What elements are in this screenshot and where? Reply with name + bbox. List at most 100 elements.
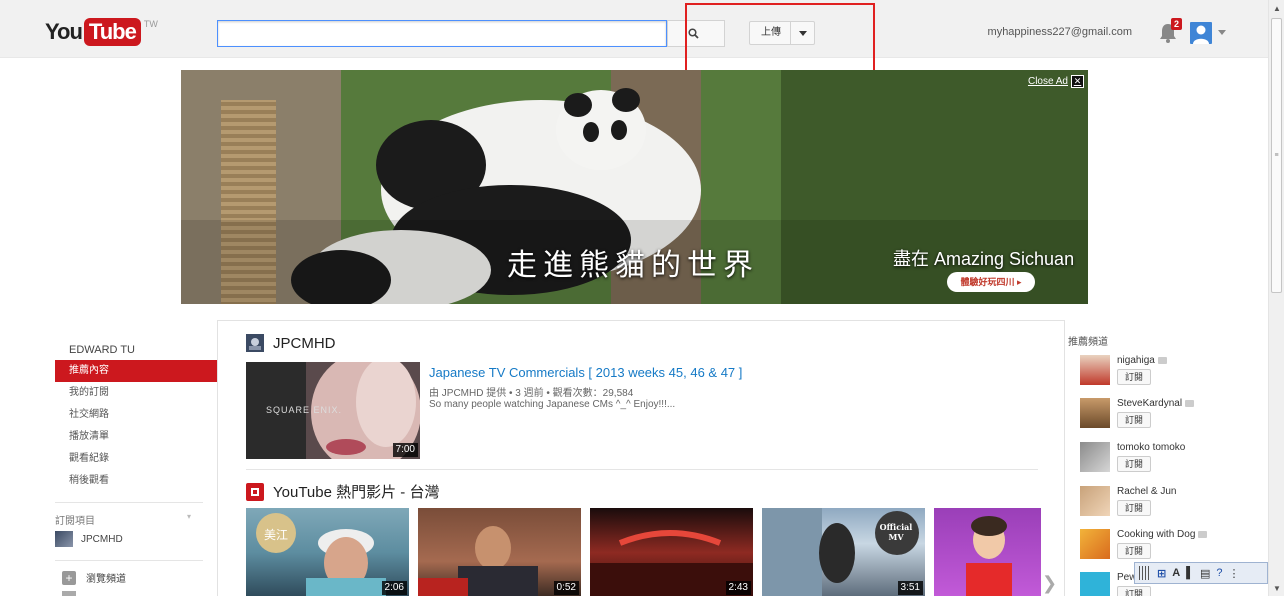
child-singer-image xyxy=(966,516,1012,596)
channel-name: tomoko tomoko xyxy=(1117,442,1186,453)
shelf-video-thumbnail[interactable] xyxy=(934,508,1041,596)
recommended-channel[interactable]: tomoko tomoko 訂閱 xyxy=(1080,442,1185,472)
guide-divider xyxy=(55,502,203,503)
youtube-page: You Tube TW 上傳 myhappiness227@gmail.com … xyxy=(0,0,1284,596)
browse-channels-label: 瀏覽頻道 xyxy=(86,574,126,585)
recommended-channel[interactable]: SteveKardynal 訂閱 xyxy=(1080,398,1195,428)
scroll-thumb[interactable]: ≡ xyxy=(1271,18,1282,293)
search-icon xyxy=(688,28,699,39)
shelf-video-thumbnail[interactable]: Official MV 3:51 xyxy=(762,508,925,596)
channel-name: Cooking with Dog xyxy=(1117,529,1196,540)
upload-button[interactable]: 上傳 xyxy=(749,21,815,45)
section-header-trending[interactable]: YouTube 熱門影片 - 台灣 xyxy=(246,481,439,502)
trending-shelf: 美江 2:06 0:52 2:43 Official MV 3:51 xyxy=(246,508,1041,596)
section-title: JPCMHD xyxy=(273,334,336,352)
shelf-video-thumbnail[interactable]: 美江 2:06 xyxy=(246,508,409,596)
subscribe-button[interactable]: 訂閱 xyxy=(1117,456,1151,472)
ad-headline: 走進熊貓的世界 xyxy=(507,248,759,283)
guide-item-social[interactable]: 社交網路 xyxy=(55,404,217,426)
ime-pad-icon[interactable]: ▤ xyxy=(1200,567,1210,580)
options-icon[interactable]: ⋮ xyxy=(1229,567,1240,580)
channel-name: SteveKardynal xyxy=(1117,398,1183,409)
upload-label: 上傳 xyxy=(750,22,791,44)
drag-handle-icon[interactable] xyxy=(1139,566,1151,580)
subscriptions-heading[interactable]: 訂閱項目 xyxy=(55,512,95,527)
guide-item-recommended[interactable]: 推薦內容 xyxy=(55,360,217,382)
upload-dropdown-arrow-icon[interactable] xyxy=(791,30,814,36)
recommended-channels: 推薦頻道 xyxy=(1068,333,1268,354)
subscriptions-toggle-icon[interactable]: ▾ xyxy=(187,512,191,521)
subscription-channel[interactable]: JPCMHD xyxy=(55,531,123,547)
channel-avatar xyxy=(1080,398,1110,428)
channel-avatar xyxy=(1080,572,1110,596)
scroll-down-arrow-icon[interactable]: ▼ xyxy=(1269,580,1284,596)
ime-letter-icon[interactable]: A xyxy=(1172,567,1180,579)
ad-tagline: 盡在 Amazing Sichuan xyxy=(893,249,1075,269)
subscribe-button[interactable]: 訂閱 xyxy=(1117,543,1151,559)
account-avatar[interactable] xyxy=(1190,22,1212,44)
guide-item-playlists[interactable]: 播放清單 xyxy=(55,426,217,448)
channel-avatar xyxy=(1080,355,1110,385)
ad-banner[interactable]: Close Ad ✕ 走進熊貓的世界 盡在 Amazing Sichuan 體驗… xyxy=(181,70,1088,304)
video-title-link[interactable]: Japanese TV Commercials [ 2013 weeks 45,… xyxy=(429,365,742,380)
search-button[interactable] xyxy=(667,20,725,47)
youtube-play-icon xyxy=(246,482,264,501)
guide-divider-2 xyxy=(55,560,203,561)
ime-toolbar[interactable]: ⊞ A ▌ ▤ ? ⋮ xyxy=(1134,562,1268,584)
shelf-video-caption: Official MV xyxy=(879,522,913,542)
plus-icon: + xyxy=(62,570,76,585)
account-dropdown-arrow-icon[interactable] xyxy=(1218,30,1226,35)
youtube-badge-icon xyxy=(1185,400,1195,407)
shelf-video-duration: 3:51 xyxy=(897,581,923,595)
guide-item-watch-later[interactable]: 稍後觀看 xyxy=(55,470,217,492)
shelf-video-duration: 2:43 xyxy=(725,581,751,595)
shelf-video-duration: 0:52 xyxy=(553,581,579,595)
main-feed: JPCMHD SQUARE ENIX. 7:00 Japanese TV Com… xyxy=(217,320,1065,596)
video-meta: 由 JPCMHD 提供 • 3 週前 • 觀看次數：29,584 xyxy=(429,388,634,399)
channel-name: Rachel & Jun xyxy=(1117,486,1177,497)
shelf-video-thumbnail[interactable]: 2:43 xyxy=(590,508,753,596)
recommended-channel[interactable]: nigahiga 訂閱 xyxy=(1080,355,1167,385)
guide-sidebar: EDWARD TU 推薦內容 我的訂閱 社交網路 播放清單 觀看紀錄 稍後觀看 xyxy=(55,340,217,492)
subscribe-button[interactable]: 訂閱 xyxy=(1117,500,1151,516)
page-scrollbar[interactable]: ▲ ≡ ▼ xyxy=(1268,0,1284,596)
browse-channels-link[interactable]: + 瀏覽頻道 xyxy=(62,570,126,585)
youtube-badge-icon xyxy=(1157,357,1167,364)
youtube-logo[interactable]: You Tube TW xyxy=(45,18,158,46)
channel-avatar xyxy=(1080,442,1110,472)
search-input[interactable] xyxy=(217,20,667,47)
help-icon[interactable]: ? xyxy=(1216,567,1222,579)
channel-avatar xyxy=(1080,529,1110,559)
youtube-badge-icon xyxy=(1198,531,1208,538)
subscribe-button[interactable]: 訂閱 xyxy=(1117,369,1151,385)
logo-region: TW xyxy=(143,19,158,29)
user-silhouette-icon xyxy=(1193,25,1209,44)
recommended-channel[interactable]: Cooking with Dog 訂閱 xyxy=(1080,529,1208,559)
section-header-jpcmhd[interactable]: JPCMHD xyxy=(246,334,336,352)
guide-item-history[interactable]: 觀看紀錄 xyxy=(55,448,217,470)
close-ad-button[interactable]: Close Ad ✕ xyxy=(1028,75,1084,88)
subscription-channel-name: JPCMHD xyxy=(81,533,123,545)
ad-cta-button[interactable]: 體驗好玩四川 ▸ xyxy=(947,272,1035,292)
close-ad-label: Close Ad xyxy=(1027,76,1068,87)
video-description: So many people watching Japanese CMs ^_^… xyxy=(429,399,676,410)
close-icon[interactable]: ✕ xyxy=(1071,75,1084,88)
channel-icon xyxy=(246,334,264,352)
logo-you: You xyxy=(45,19,83,44)
shelf-video-caption: 美江 xyxy=(264,528,289,542)
guide-user-name[interactable]: EDWARD TU xyxy=(55,340,217,360)
video-thumbnail[interactable]: SQUARE ENIX. 7:00 xyxy=(246,362,420,459)
subscribe-button[interactable]: 訂閱 xyxy=(1117,412,1151,428)
guide-item-subscriptions[interactable]: 我的訂閱 xyxy=(55,382,217,404)
account-email[interactable]: myhappiness227@gmail.com xyxy=(988,26,1132,38)
shelf-video-thumbnail[interactable]: 0:52 xyxy=(418,508,581,596)
ime-fullwidth-icon[interactable]: ▌ xyxy=(1186,567,1194,579)
video-brand-text: SQUARE ENIX. xyxy=(266,405,343,415)
subscribe-button[interactable]: 訂閱 xyxy=(1117,586,1151,596)
recommended-channel[interactable]: Rachel & Jun 訂閱 xyxy=(1080,486,1176,516)
scroll-up-arrow-icon[interactable]: ▲ xyxy=(1269,0,1284,16)
section-divider xyxy=(246,469,1038,470)
ime-mode-icon[interactable]: ⊞ xyxy=(1157,567,1166,580)
section-title: YouTube 熱門影片 - 台灣 xyxy=(273,484,440,501)
shelf-next-arrow-icon[interactable]: ❯ xyxy=(1042,573,1057,594)
